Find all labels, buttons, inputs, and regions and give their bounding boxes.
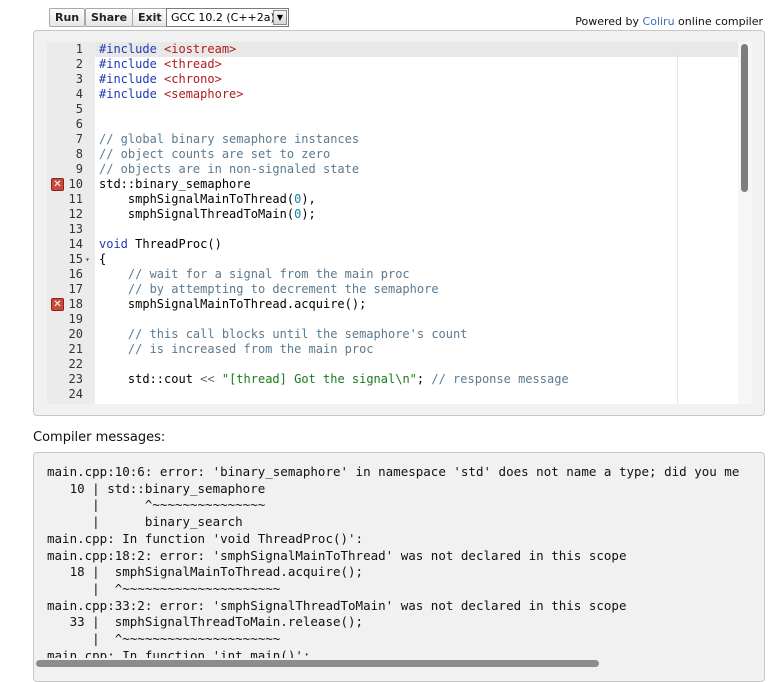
code-line: // objects are in non-signaled state [99,162,360,176]
compiler-message-line: main.cpp:10:6: error: 'binary_semaphore'… [47,464,740,479]
compiler-messages-heading: Compiler messages: [33,430,166,445]
messages-scrollbar-thumb[interactable] [36,660,599,667]
compiler-message-line: | ^~~~~~~~~~~~~~~~~~~~~~ [47,580,281,596]
compiler-message-line: main.cpp:18:2: error: 'smphSignalMainToT… [47,547,627,563]
code-line: void ThreadProc() [99,237,222,251]
code-line: smphSignalThreadToMain(0); [99,207,316,221]
line-number: 5 [75,102,83,116]
code-line: // by attempting to decrement the semaph… [99,282,439,296]
code-line: #include <thread> [99,57,222,71]
code-line: #include <chrono> [99,72,222,86]
compiler-message-line: main.cpp:33:2: error: 'smphSignalThreadT… [47,597,627,613]
line-number: 13 [68,222,83,236]
code-line: std::cout << "[thread] Got the signal\n"… [99,372,569,386]
coliru-link[interactable]: Coliru [643,15,675,28]
compiler-message-line: | ^~~~~~~~~~~~~~~~~~~~~~ [47,631,281,646]
editor-vertical-scrollbar[interactable] [738,42,752,404]
compiler-message-line: 18 | smphSignalMainToThread.acquire(); [47,564,364,580]
compiler-select-value: GCC 10.2 (C++2a) [171,11,275,24]
compiler-message-line: main.cpp: In function 'void ThreadProc()… [47,530,364,546]
exit-button[interactable]: Exit [132,8,168,27]
code-line: #include <iostream> [99,42,237,56]
share-button[interactable]: Share [85,8,134,27]
compiler-select[interactable]: GCC 10.2 (C++2a) ▼ [166,8,289,27]
powered-by-text: Powered by Coliru online compiler [575,15,763,28]
compiler-message-line: 33 | smphSignalThreadToMain.release(); [47,614,364,630]
editor-panel: 1 2 3 4 5 6 7 8 9 ✕ 10 11 12 13 14 15 ▾ 16 17 ✕ 18 19 20 21 22 23… [33,30,765,416]
compiler-message-line: 10 | std::binary_semaphore [47,480,266,496]
code-line: std::binary_semaphore [99,177,251,191]
chevron-down-icon[interactable]: ▼ [273,10,287,25]
code-line: // object counts are set to zero [99,147,331,161]
code-line: smphSignalMainToThread(0), [99,192,316,206]
line-number: 24 [68,387,83,401]
compiler-messages-panel: main.cpp:10:6: error: 'binary_semaphore'… [33,452,765,682]
code-line: #include <semaphore> [99,87,244,101]
code-line: { [99,252,107,266]
code-line: smphSignalMainToThread.acquire(); [99,297,367,311]
code-line: // this call blocks until the semaphore'… [99,327,468,341]
code-editor[interactable]: 1 2 3 4 5 6 7 8 9 ✕ 10 11 12 13 14 15 ▾ 16 17 ✕ 18 19 20 21 22 23… [47,42,752,404]
compiler-output[interactable]: main.cpp:10:6: error: 'binary_semaphore'… [47,463,764,681]
code-line: // is increased from the main proc [99,342,374,356]
code-line: // global binary semaphore instances [99,132,360,146]
run-button[interactable]: Run [49,8,86,27]
code-line: // wait for a signal from the main proc [99,267,410,281]
line-number: 19 [68,312,83,326]
compiler-message-line: | ^~~~~~~~~~~~~~~~ [47,497,266,513]
line-number: 6 [75,117,83,131]
editor-scrollbar-thumb[interactable] [741,44,748,192]
compiler-message-line: | binary_search [47,514,243,530]
line-number: 22 [68,357,83,371]
messages-horizontal-scrollbar[interactable] [34,658,764,670]
